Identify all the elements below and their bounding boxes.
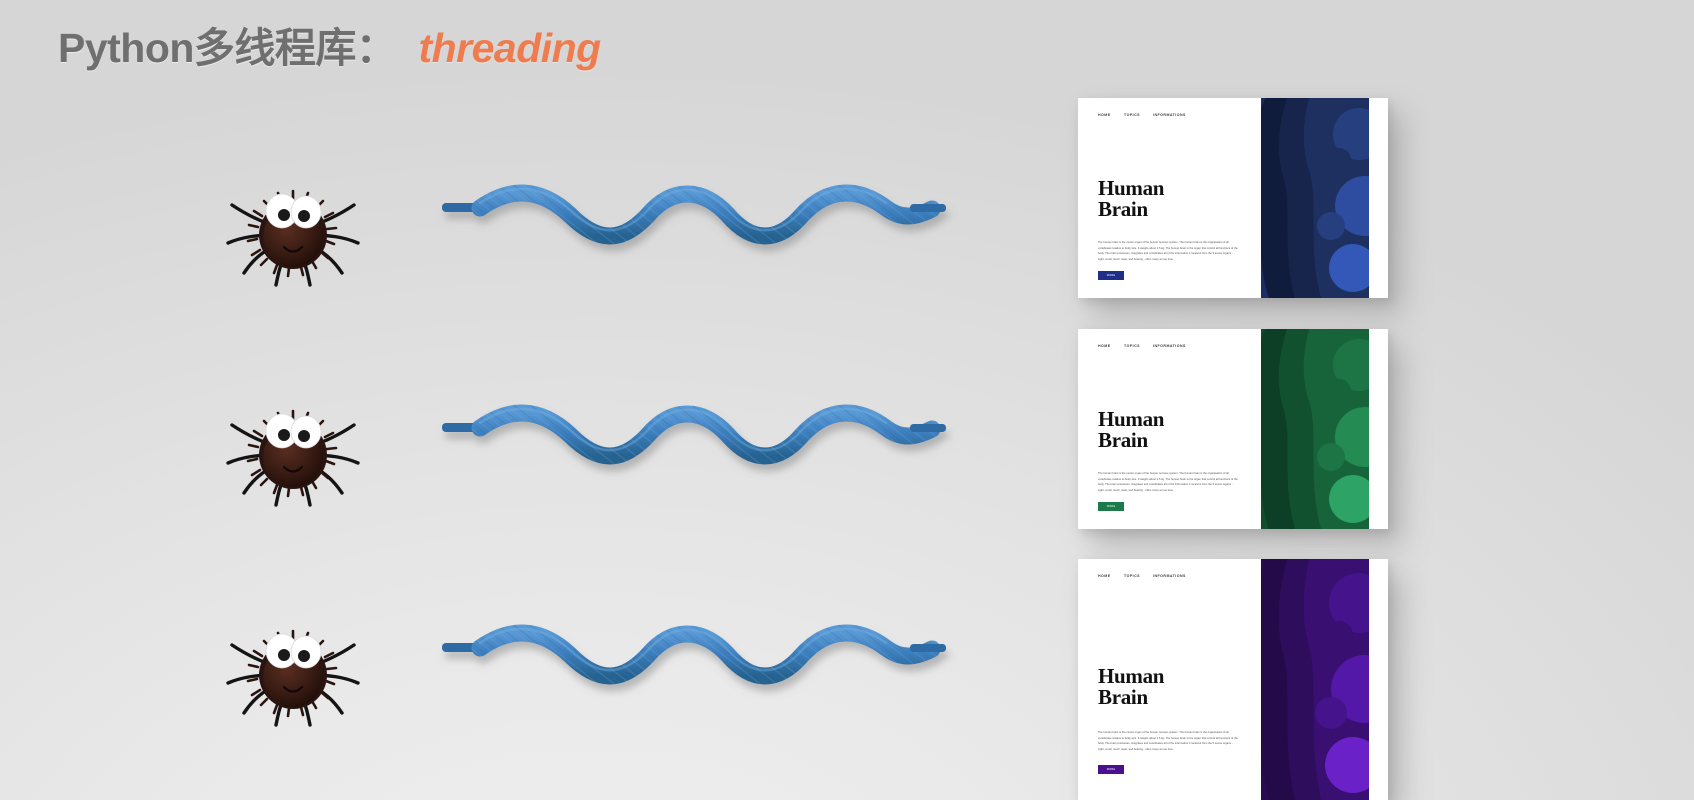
blue-thread-illustration-3 — [440, 605, 960, 735]
card-heading-line2: Brain — [1098, 685, 1148, 710]
spider-illustration-1 — [218, 165, 368, 295]
nav-item-home[interactable]: HOME — [1098, 574, 1111, 578]
illustration-row — [0, 605, 1040, 755]
website-mockup-card[interactable]: HOME TOPICS INFORMATIONS Human Brain The… — [1078, 98, 1388, 298]
website-mockup-card[interactable]: HOME TOPICS INFORMATIONS Human Brain The… — [1078, 559, 1388, 800]
card-cta-button[interactable]: MORE — [1098, 271, 1124, 280]
card-nav[interactable]: HOME TOPICS INFORMATIONS — [1098, 344, 1261, 348]
card-heading: Human Brain — [1098, 664, 1165, 710]
website-mockup-card[interactable]: HOME TOPICS INFORMATIONS Human Brain The… — [1078, 329, 1388, 529]
nav-item-home[interactable]: HOME — [1098, 113, 1111, 117]
card-content-panel: HOME TOPICS INFORMATIONS Human Brain The… — [1078, 98, 1261, 298]
spider-illustration-3 — [218, 605, 368, 735]
card-heading: Human Brain — [1098, 176, 1165, 222]
card-cta-button[interactable]: MORE — [1098, 765, 1124, 774]
card-heading-line1: Human — [1098, 176, 1165, 201]
card-body-text: The human brain is the center organ of t… — [1098, 241, 1238, 261]
card-heading-line1: Human — [1098, 407, 1165, 432]
brain-wave-artwork — [1261, 329, 1388, 529]
blue-thread-illustration-1 — [440, 165, 960, 295]
nav-item-informations[interactable]: INFORMATIONS — [1153, 574, 1186, 578]
page-title-accent: threading — [418, 25, 601, 71]
card-heading-line2: Brain — [1098, 197, 1148, 222]
card-heading: Human Brain — [1098, 407, 1165, 453]
blue-thread-illustration-2 — [440, 385, 960, 515]
card-nav[interactable]: HOME TOPICS INFORMATIONS — [1098, 574, 1261, 578]
card-heading-line1: Human — [1098, 664, 1165, 689]
spider-illustration-2 — [218, 385, 368, 515]
card-cta-button[interactable]: MORE — [1098, 502, 1124, 511]
nav-item-informations[interactable]: INFORMATIONS — [1153, 113, 1186, 117]
brain-wave-artwork — [1261, 98, 1388, 298]
card-content-panel: HOME TOPICS INFORMATIONS Human Brain The… — [1078, 329, 1261, 529]
illustration-row — [0, 165, 1040, 315]
nav-item-topics[interactable]: TOPICS — [1124, 344, 1140, 348]
card-body-text: The human brain is the center organ of t… — [1098, 472, 1238, 492]
card-content-panel: HOME TOPICS INFORMATIONS Human Brain The… — [1078, 559, 1261, 800]
nav-item-topics[interactable]: TOPICS — [1124, 113, 1140, 117]
nav-item-topics[interactable]: TOPICS — [1124, 574, 1140, 578]
card-body-text: The human brain is the center organ of t… — [1098, 731, 1238, 751]
page-title-main: Python多线程库： — [58, 25, 397, 71]
illustration-row — [0, 385, 1040, 535]
nav-item-informations[interactable]: INFORMATIONS — [1153, 344, 1186, 348]
nav-item-home[interactable]: HOME — [1098, 344, 1111, 348]
brain-wave-artwork — [1261, 559, 1388, 800]
card-nav[interactable]: HOME TOPICS INFORMATIONS — [1098, 113, 1261, 117]
card-heading-line2: Brain — [1098, 428, 1148, 453]
page-title: Python多线程库： threading — [58, 14, 601, 74]
